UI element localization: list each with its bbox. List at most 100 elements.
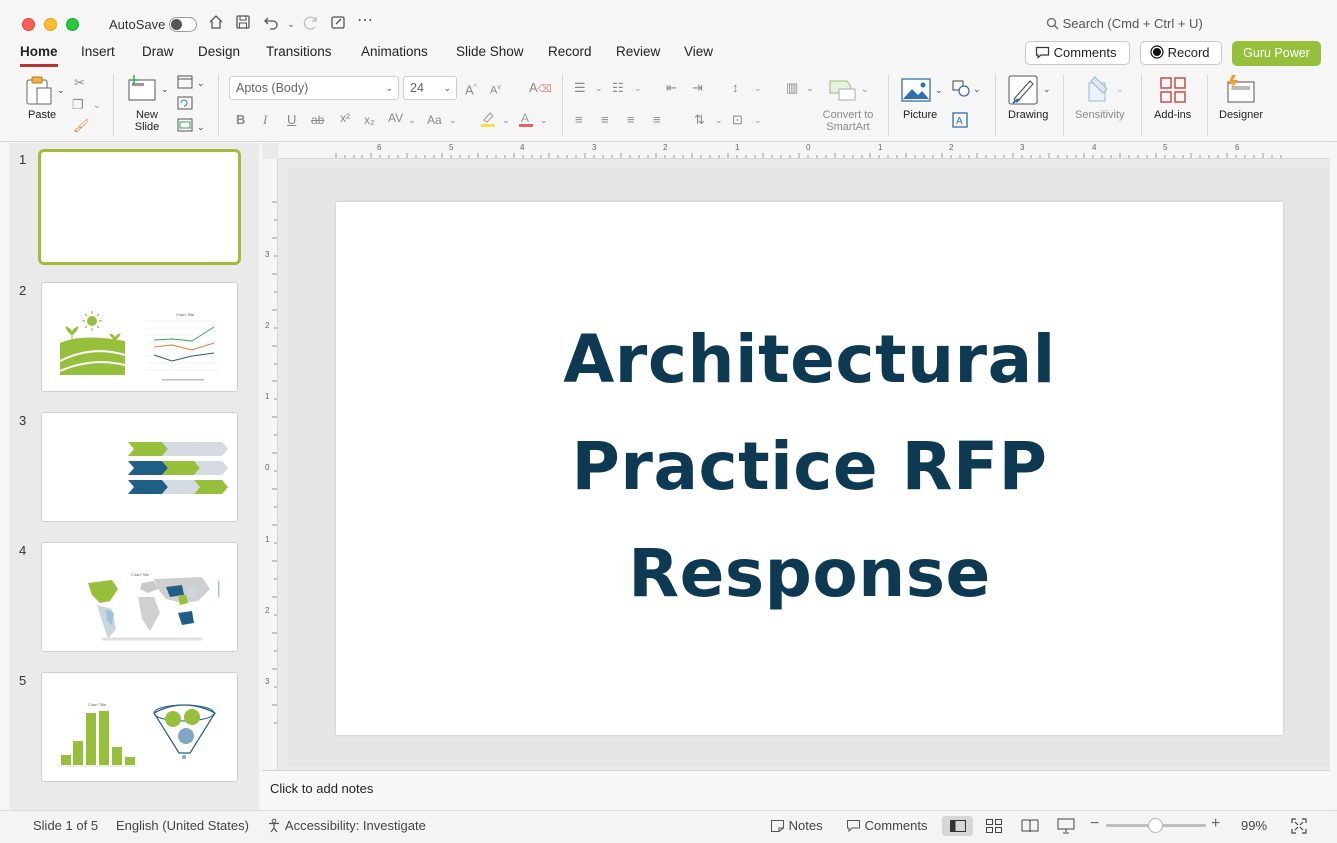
increase-font-size-icon[interactable]: A^ xyxy=(465,80,477,98)
zoom-level[interactable]: 99% xyxy=(1241,818,1267,833)
comments-button[interactable]: Comments xyxy=(1025,41,1130,65)
save-icon[interactable] xyxy=(233,14,253,34)
tab-design[interactable]: Design xyxy=(198,44,240,59)
align-center-icon[interactable]: ≡ xyxy=(601,112,609,128)
layout-icon[interactable] xyxy=(177,75,193,94)
line-spacing-icon[interactable]: ↕ xyxy=(732,80,739,96)
tab-slide-show[interactable]: Slide Show xyxy=(456,44,524,59)
section-icon[interactable] xyxy=(177,118,193,137)
smartart-dropdown-icon[interactable]: ⌄ xyxy=(861,81,869,97)
designer-icon[interactable] xyxy=(1224,74,1256,109)
tab-home[interactable]: Home xyxy=(20,44,58,59)
align-text-icon[interactable]: ⊡ xyxy=(732,112,743,128)
underline-icon[interactable]: U xyxy=(287,112,296,128)
increase-indent-icon[interactable]: ⇥ xyxy=(692,80,703,96)
picture-icon[interactable] xyxy=(901,78,931,107)
tab-insert[interactable]: Insert xyxy=(81,44,115,59)
zoom-in-icon[interactable]: + xyxy=(1211,815,1220,833)
decrease-font-size-icon[interactable]: Av xyxy=(490,80,501,99)
character-spacing-icon[interactable]: AV xyxy=(388,110,403,126)
highlight-color-icon[interactable] xyxy=(479,110,497,133)
slide-sorter-view-icon[interactable] xyxy=(986,819,1002,838)
decrease-indent-icon[interactable]: ⇤ xyxy=(666,80,677,96)
shapes-dropdown-icon[interactable]: ⌄ xyxy=(973,81,981,97)
copy-icon[interactable]: ❐ xyxy=(72,97,84,113)
slide-thumbnail-5[interactable]: Chart Title xyxy=(41,672,238,782)
new-slide-icon[interactable] xyxy=(126,74,158,109)
tab-record[interactable]: Record xyxy=(548,44,592,59)
current-slide[interactable]: Architectural Practice RFP Response xyxy=(336,202,1283,735)
record-button[interactable]: Record xyxy=(1140,41,1222,65)
columns-dropdown-icon[interactable]: ⌄ xyxy=(806,80,814,96)
zoom-slider-thumb[interactable] xyxy=(1148,818,1163,833)
slide-thumbnail-4[interactable]: Chart Title xyxy=(41,542,238,652)
picture-dropdown-icon[interactable]: ⌄ xyxy=(935,82,943,98)
reading-view-icon[interactable] xyxy=(1021,819,1039,838)
font-color-icon[interactable]: A xyxy=(517,110,535,133)
autosave-toggle[interactable] xyxy=(169,17,197,32)
normal-view-button[interactable] xyxy=(942,816,973,836)
superscript-icon[interactable]: x² xyxy=(340,110,350,126)
text-box-icon[interactable]: A xyxy=(952,112,968,133)
section-dropdown-icon[interactable]: ⌄ xyxy=(197,119,205,135)
slide-thumbnail-2[interactable]: Chart Title xyxy=(41,282,238,392)
zoom-out-icon[interactable]: − xyxy=(1090,815,1099,833)
home-icon[interactable] xyxy=(206,14,226,34)
layout-dropdown-icon[interactable]: ⌄ xyxy=(197,75,205,91)
highlight-dropdown-icon[interactable]: ⌄ xyxy=(502,112,510,128)
undo-icon[interactable] xyxy=(261,14,281,34)
close-window-button[interactable] xyxy=(22,18,35,31)
font-name-select[interactable]: Aptos (Body) ⌄ xyxy=(229,76,399,100)
minimize-window-button[interactable] xyxy=(44,18,57,31)
search-box[interactable]: Search (Cmd + Ctrl + U) xyxy=(1046,16,1203,31)
tab-animations[interactable]: Animations xyxy=(361,44,428,59)
drawing-icon[interactable] xyxy=(1008,75,1040,110)
text-direction-icon[interactable]: ⇅ xyxy=(694,112,705,128)
italic-icon[interactable]: I xyxy=(263,112,267,128)
slide-thumbnail-3[interactable] xyxy=(41,412,238,522)
fit-to-window-icon[interactable] xyxy=(1291,818,1307,839)
paste-icon[interactable] xyxy=(25,76,57,111)
smartart-icon[interactable] xyxy=(829,77,857,106)
bold-icon[interactable]: B xyxy=(236,112,245,128)
numbering-icon[interactable]: ☷ xyxy=(612,80,624,96)
bullets-dropdown-icon[interactable]: ⌄ xyxy=(595,80,603,96)
text-direction-dropdown-icon[interactable]: ⌄ xyxy=(715,112,723,128)
add-ins-icon[interactable] xyxy=(1159,76,1187,109)
notes-pane[interactable]: Click to add notes xyxy=(262,770,1330,810)
zoom-slider[interactable] xyxy=(1106,818,1206,833)
clear-formatting-icon[interactable]: A⌫ xyxy=(529,80,552,98)
paste-dropdown-icon[interactable]: ⌄ xyxy=(57,82,65,98)
change-case-dropdown-icon[interactable]: ⌄ xyxy=(449,112,457,128)
bullets-icon[interactable]: ☰ xyxy=(574,80,586,96)
tab-draw[interactable]: Draw xyxy=(142,44,174,59)
drawing-dropdown-icon[interactable]: ⌄ xyxy=(1043,81,1051,97)
subscript-icon[interactable]: x₂ xyxy=(364,112,375,128)
font-size-select[interactable]: 24 ⌄ xyxy=(403,76,457,100)
line-spacing-dropdown-icon[interactable]: ⌄ xyxy=(754,80,762,96)
guru-power-button[interactable]: Guru Power xyxy=(1232,41,1321,66)
columns-icon[interactable]: ▥ xyxy=(786,80,798,96)
customize-toolbar-icon[interactable] xyxy=(328,14,348,34)
notes-toggle[interactable]: Notes xyxy=(770,818,823,833)
more-options-icon[interactable]: ⋯ xyxy=(355,11,375,31)
font-color-dropdown-icon[interactable]: ⌄ xyxy=(540,112,548,128)
new-slide-dropdown-icon[interactable]: ⌄ xyxy=(161,81,169,97)
undo-dropdown-icon[interactable]: ⌄ xyxy=(281,14,301,34)
change-case-icon[interactable]: Aa xyxy=(427,112,442,128)
align-right-icon[interactable]: ≡ xyxy=(627,112,635,128)
cut-icon[interactable]: ✂ xyxy=(74,75,85,91)
shapes-icon[interactable] xyxy=(952,80,972,103)
tab-view[interactable]: View xyxy=(684,44,713,59)
character-spacing-dropdown-icon[interactable]: ⌄ xyxy=(408,112,416,128)
maximize-window-button[interactable] xyxy=(66,18,79,31)
slide-thumbnail-1[interactable] xyxy=(38,149,241,265)
tab-transitions[interactable]: Transitions xyxy=(266,44,332,59)
copy-dropdown-icon[interactable]: ⌄ xyxy=(93,97,101,113)
format-painter-icon[interactable]: 🖌 xyxy=(73,118,90,134)
align-text-dropdown-icon[interactable]: ⌄ xyxy=(754,112,762,128)
comments-toggle[interactable]: Comments xyxy=(846,818,927,833)
numbering-dropdown-icon[interactable]: ⌄ xyxy=(634,80,642,96)
justify-icon[interactable]: ≡ xyxy=(653,112,661,128)
strikethrough-icon[interactable]: ab xyxy=(311,112,324,128)
